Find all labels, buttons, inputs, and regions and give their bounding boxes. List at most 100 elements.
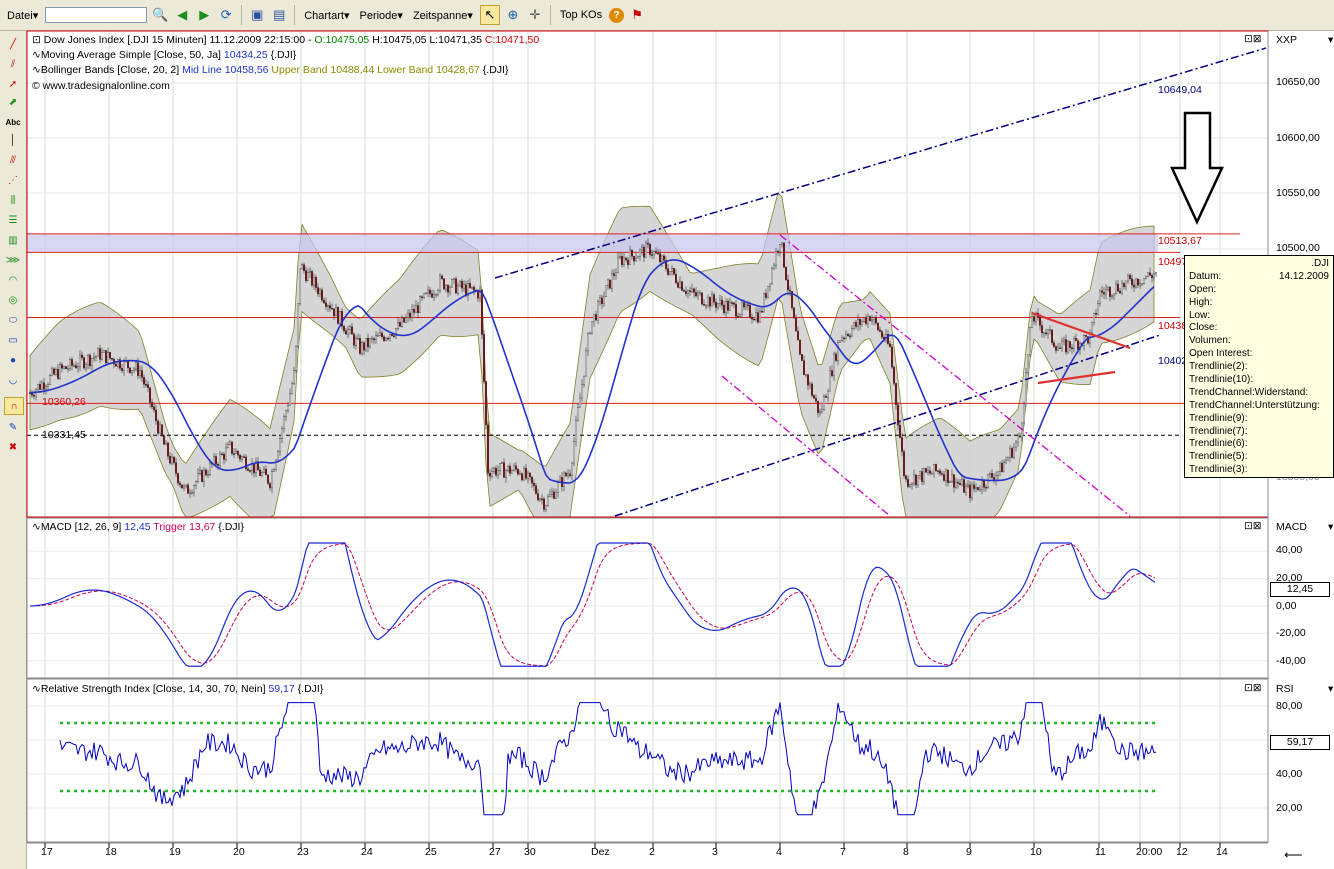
candle-body <box>743 303 745 307</box>
rsi-axis[interactable]: RSI ▾ 80,00 40,00 20,00 <box>1270 680 1334 843</box>
candle-body <box>305 271 307 281</box>
candle-body <box>613 274 615 276</box>
candle-body <box>167 443 169 456</box>
candle-body <box>567 474 569 476</box>
bb-mid-value: 10458,56 <box>225 64 269 76</box>
candle-body <box>757 312 759 322</box>
rsi-label: Relative Strength Index [Close, 14, 30, … <box>41 683 266 695</box>
candle-body <box>635 258 637 261</box>
candle-body <box>105 351 107 363</box>
candle-body <box>187 485 189 494</box>
close-value: C:10471,50 <box>485 34 539 46</box>
candle-body <box>471 287 473 288</box>
candle-body <box>797 331 799 340</box>
time-tick-label: 11 <box>1095 846 1106 858</box>
candle-body <box>137 363 139 376</box>
candle-body <box>577 408 579 420</box>
candle-body <box>393 336 395 337</box>
candle-body <box>777 251 779 252</box>
candle-body <box>327 306 329 307</box>
candle-body <box>771 269 773 284</box>
candle-body <box>259 470 261 476</box>
candle-body <box>501 463 503 464</box>
candle-body <box>225 448 227 459</box>
candle-body <box>435 294 437 295</box>
candle-body <box>303 265 305 271</box>
macd-window-icons[interactable]: ⊡⊠ <box>1244 520 1262 532</box>
ma-legend: ∿Moving Average Simple [Close, 50, Ja] 1… <box>32 49 296 61</box>
candle-body <box>1129 275 1131 278</box>
candle-body <box>701 293 703 304</box>
macd-axis-menu-icon[interactable]: ▾ <box>1328 521 1333 533</box>
candle-body <box>871 320 873 321</box>
candle-body <box>669 271 671 274</box>
candle-body <box>929 471 931 474</box>
rsi-window-icons[interactable]: ⊡⊠ <box>1244 682 1262 694</box>
time-tick-label: 4 <box>776 846 782 858</box>
candle-body <box>421 297 423 298</box>
candle-body <box>621 256 623 264</box>
level-10513-label: 10513,67 <box>1158 235 1202 247</box>
level-10402-label: 10402 <box>1158 355 1187 367</box>
candle-body <box>109 352 111 358</box>
candle-body <box>1049 330 1051 331</box>
candle-body <box>387 338 389 339</box>
rsi-axis-menu-icon[interactable]: ▾ <box>1328 683 1333 695</box>
candle-body <box>459 281 461 286</box>
candle-body <box>173 457 175 463</box>
candle-body <box>939 471 941 474</box>
bb-mid-label: Mid Line <box>182 64 222 76</box>
candle-body <box>451 280 453 287</box>
candle-body <box>843 338 845 339</box>
candle-body <box>1111 296 1113 297</box>
candle-body <box>675 274 677 283</box>
candle-body <box>603 297 605 304</box>
candle-body <box>413 309 415 312</box>
candle-body <box>157 421 159 433</box>
candle-body <box>463 285 465 288</box>
candle-body <box>285 411 287 417</box>
panel-window-icons[interactable]: ⊡⊠ <box>1244 33 1262 45</box>
scroll-end-icon[interactable]: ⟵ <box>1284 847 1303 863</box>
candle-body <box>291 384 293 393</box>
tooltip-row: High: <box>1189 297 1212 310</box>
candle-body <box>589 333 591 334</box>
candle-body <box>819 412 821 413</box>
high-value: H:10475,05 <box>372 34 426 46</box>
candle-body <box>623 258 625 265</box>
candle-body <box>269 483 271 488</box>
candle-body <box>949 481 951 482</box>
candle-body <box>1003 463 1005 472</box>
candle-body <box>111 358 113 359</box>
candle-body <box>201 470 203 481</box>
candle-body <box>319 290 321 294</box>
candle-body <box>481 290 483 334</box>
candle-body <box>921 471 923 481</box>
axis-menu-icon[interactable]: ▾ <box>1328 34 1333 46</box>
candle-body <box>599 298 601 301</box>
chart-menu-icon[interactable]: ⊡ <box>32 34 41 46</box>
candle-body <box>873 318 875 320</box>
candle-body <box>299 269 301 304</box>
candle-body <box>143 377 145 384</box>
candle-body <box>825 396 827 397</box>
candle-body <box>1017 436 1019 442</box>
macd-axis[interactable]: MACD ▾ 40,00 20,00 0,00 -20,00 -40,00 <box>1270 518 1334 678</box>
candle-body <box>889 344 891 347</box>
candle-body <box>63 367 65 369</box>
price-tick: 10600,00 <box>1276 132 1320 144</box>
candle-body <box>711 295 713 307</box>
candle-body <box>133 369 135 370</box>
candle-body <box>83 358 85 368</box>
candle-body <box>1059 348 1061 349</box>
rsi-legend: ∿Relative Strength Index [Close, 14, 30,… <box>32 683 323 695</box>
price-chart[interactable] <box>0 0 1334 869</box>
candle-body <box>491 471 493 476</box>
price-tick: 10550,00 <box>1276 187 1320 199</box>
candle-body <box>89 355 91 365</box>
candle-body <box>107 352 109 363</box>
candle-body <box>535 486 537 494</box>
macd-tick: 40,00 <box>1276 544 1302 556</box>
time-tick-label: 24 <box>361 846 373 858</box>
candle-body <box>555 492 557 498</box>
